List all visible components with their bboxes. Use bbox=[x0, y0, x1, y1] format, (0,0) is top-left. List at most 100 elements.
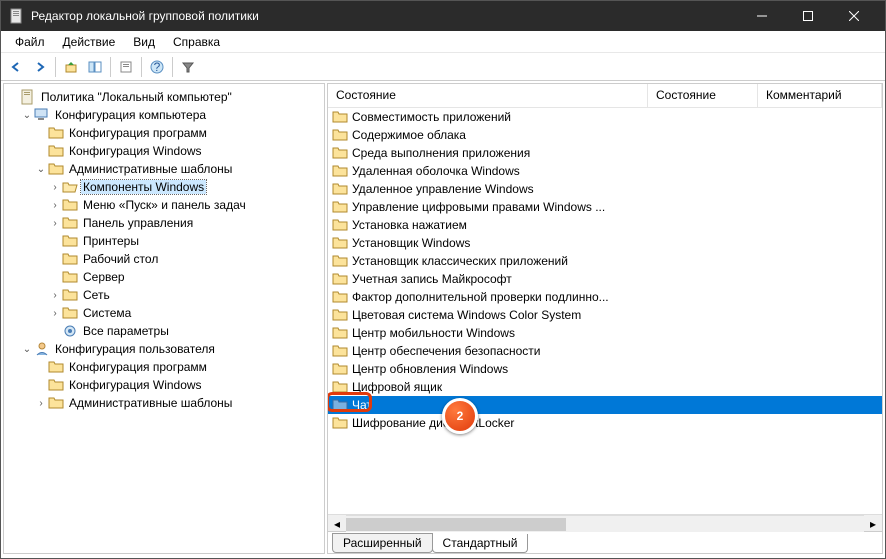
menu-file[interactable]: Файл bbox=[7, 33, 53, 51]
list-item[interactable]: Содержимое облака bbox=[328, 126, 882, 144]
annotation-badge: 2 bbox=[442, 398, 478, 434]
folder-icon bbox=[332, 379, 348, 395]
tree-item[interactable]: Все параметры bbox=[6, 322, 322, 340]
policy-icon bbox=[20, 89, 36, 105]
list-item[interactable]: Центр обеспечения безопасности bbox=[328, 342, 882, 360]
tree-label: Конфигурация Windows bbox=[67, 378, 204, 392]
tab-extended[interactable]: Расширенный bbox=[332, 533, 433, 553]
list-item-label: Управление цифровыми правами Windows ... bbox=[352, 200, 605, 214]
filter-button[interactable] bbox=[177, 56, 199, 78]
folder-icon bbox=[62, 287, 78, 303]
list-item[interactable]: Управление цифровыми правами Windows ... bbox=[328, 198, 882, 216]
tab-standard[interactable]: Стандартный bbox=[432, 534, 529, 553]
list-item[interactable]: Среда выполнения приложения bbox=[328, 144, 882, 162]
tree-item[interactable]: Конфигурация программ bbox=[6, 124, 322, 142]
menu-view[interactable]: Вид bbox=[125, 33, 163, 51]
tree-label: Рабочий стол bbox=[81, 252, 160, 266]
list-item[interactable]: Установка нажатием bbox=[328, 216, 882, 234]
chevron-right-icon[interactable]: › bbox=[48, 200, 62, 211]
list-item[interactable]: Учетная запись Майкрософт bbox=[328, 270, 882, 288]
list-item[interactable]: Установщик Windows bbox=[328, 234, 882, 252]
scroll-right-button[interactable]: ▸ bbox=[864, 515, 882, 532]
tree-label: Политика "Локальный компьютер" bbox=[39, 90, 234, 104]
column-header-state2[interactable]: Состояние bbox=[648, 84, 758, 107]
column-header-comment[interactable]: Комментарий bbox=[758, 84, 882, 107]
chevron-down-icon[interactable]: ⌄ bbox=[20, 344, 34, 355]
tree-item[interactable]: Принтеры bbox=[6, 232, 322, 250]
chevron-right-icon[interactable]: › bbox=[48, 182, 62, 193]
tree-item[interactable]: › Административные шаблоны bbox=[6, 394, 322, 412]
forward-button[interactable] bbox=[29, 56, 51, 78]
tree-admin-templates[interactable]: ⌄ Административные шаблоны bbox=[6, 160, 322, 178]
tree-panel[interactable]: Политика "Локальный компьютер" ⌄ Конфигу… bbox=[3, 83, 325, 554]
list-item[interactable]: Чат bbox=[328, 396, 882, 414]
folder-icon bbox=[332, 127, 348, 143]
up-button[interactable] bbox=[60, 56, 82, 78]
folder-icon bbox=[332, 199, 348, 215]
chevron-down-icon[interactable]: ⌄ bbox=[34, 164, 48, 175]
folder-icon bbox=[332, 217, 348, 233]
tree-item[interactable]: Конфигурация программ bbox=[6, 358, 322, 376]
properties-button[interactable] bbox=[115, 56, 137, 78]
scrollbar-thumb[interactable] bbox=[346, 518, 566, 531]
tree-user-config[interactable]: ⌄ Конфигурация пользователя bbox=[6, 340, 322, 358]
list-item[interactable]: Установщик классических приложений bbox=[328, 252, 882, 270]
chevron-right-icon[interactable]: › bbox=[48, 218, 62, 229]
folder-icon bbox=[62, 251, 78, 267]
folder-icon bbox=[332, 271, 348, 287]
folder-icon bbox=[48, 395, 64, 411]
maximize-button[interactable] bbox=[785, 1, 831, 31]
tree-label: Конфигурация компьютера bbox=[53, 108, 208, 122]
chevron-right-icon[interactable]: › bbox=[48, 290, 62, 301]
list-item-label: Установщик классических приложений bbox=[352, 254, 568, 268]
menu-bar: Файл Действие Вид Справка bbox=[1, 31, 885, 53]
tree-label: Сеть bbox=[81, 288, 112, 302]
horizontal-scrollbar[interactable]: ◂ ▸ bbox=[328, 514, 882, 531]
tree-label: Административные шаблоны bbox=[67, 396, 234, 410]
svg-text:?: ? bbox=[154, 60, 161, 74]
list-item[interactable]: Удаленная оболочка Windows bbox=[328, 162, 882, 180]
tree-item[interactable]: Сервер bbox=[6, 268, 322, 286]
list-item[interactable]: Шифрование диска BitLocker bbox=[328, 414, 882, 432]
tree-windows-components[interactable]: › Компоненты Windows bbox=[6, 178, 322, 196]
minimize-button[interactable] bbox=[739, 1, 785, 31]
scroll-left-button[interactable]: ◂ bbox=[328, 515, 346, 532]
list-item-label: Учетная запись Майкрософт bbox=[352, 272, 512, 286]
tree-computer-config[interactable]: ⌄ Конфигурация компьютера bbox=[6, 106, 322, 124]
menu-help[interactable]: Справка bbox=[165, 33, 228, 51]
folder-icon bbox=[332, 307, 348, 323]
show-hide-button[interactable] bbox=[84, 56, 106, 78]
tree-item[interactable]: › Панель управления bbox=[6, 214, 322, 232]
list-item[interactable]: Цифровой ящик bbox=[328, 378, 882, 396]
tree-label: Принтеры bbox=[81, 234, 141, 248]
chevron-right-icon[interactable]: › bbox=[48, 308, 62, 319]
user-icon bbox=[34, 341, 50, 357]
details-panel: Состояние Состояние Комментарий Совмести… bbox=[327, 83, 883, 554]
chevron-right-icon[interactable]: › bbox=[34, 398, 48, 409]
toolbar: ? bbox=[1, 53, 885, 81]
back-button[interactable] bbox=[5, 56, 27, 78]
tree-item[interactable]: Конфигурация Windows bbox=[6, 376, 322, 394]
tree-item[interactable]: › Сеть bbox=[6, 286, 322, 304]
tree-item[interactable]: › Система bbox=[6, 304, 322, 322]
list-view[interactable]: Совместимость приложений Содержимое облак… bbox=[328, 108, 882, 514]
folder-icon bbox=[48, 125, 64, 141]
list-item[interactable]: Фактор дополнительной проверки подлинно.… bbox=[328, 288, 882, 306]
tree-item[interactable]: Конфигурация Windows bbox=[6, 142, 322, 160]
help-button[interactable]: ? bbox=[146, 56, 168, 78]
menu-action[interactable]: Действие bbox=[55, 33, 124, 51]
tree-root[interactable]: Политика "Локальный компьютер" bbox=[6, 88, 322, 106]
tree-label: Сервер bbox=[81, 270, 127, 284]
list-item[interactable]: Центр мобильности Windows bbox=[328, 324, 882, 342]
view-tabs: Расширенный Стандартный bbox=[328, 531, 882, 553]
column-header-state[interactable]: Состояние bbox=[328, 84, 648, 107]
close-button[interactable] bbox=[831, 1, 877, 31]
list-item[interactable]: Удаленное управление Windows bbox=[328, 180, 882, 198]
list-item[interactable]: Совместимость приложений bbox=[328, 108, 882, 126]
list-item[interactable]: Центр обновления Windows bbox=[328, 360, 882, 378]
tree-item[interactable]: › Меню «Пуск» и панель задач bbox=[6, 196, 322, 214]
chevron-down-icon[interactable]: ⌄ bbox=[20, 110, 34, 121]
list-item-label: Совместимость приложений bbox=[352, 110, 511, 124]
list-item[interactable]: Цветовая система Windows Color System bbox=[328, 306, 882, 324]
tree-item[interactable]: Рабочий стол bbox=[6, 250, 322, 268]
